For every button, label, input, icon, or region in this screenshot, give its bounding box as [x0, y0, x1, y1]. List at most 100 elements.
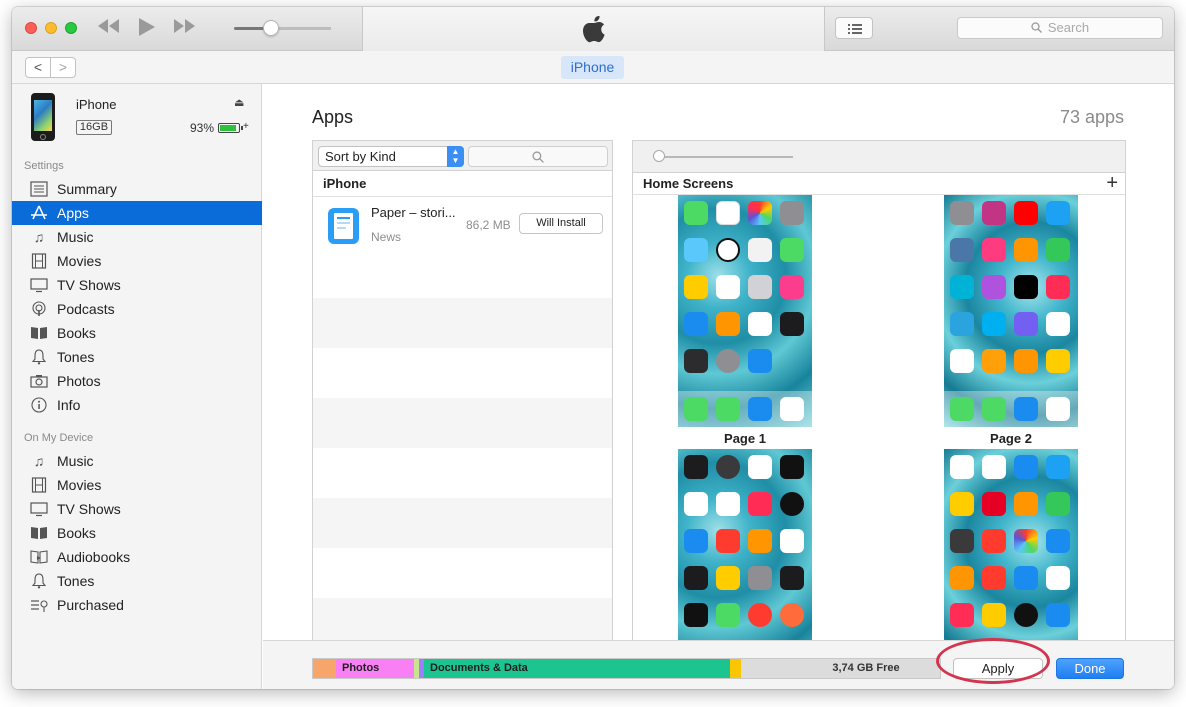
app-icon[interactable]	[748, 603, 772, 627]
app-icon[interactable]	[1046, 492, 1070, 516]
messages-app-icon[interactable]	[716, 397, 740, 421]
app-icon[interactable]	[780, 566, 804, 590]
zoom-slider-knob[interactable]	[653, 150, 665, 162]
send-app-icon[interactable]	[1014, 349, 1038, 373]
sidebar-item-apps[interactable]: Apps	[12, 201, 262, 225]
sidebar-item-music[interactable]: ♫ Music	[12, 225, 262, 249]
twitter-app-icon[interactable]	[1046, 201, 1070, 225]
app-icon[interactable]	[1046, 603, 1070, 627]
sketch-app-icon[interactable]	[1046, 349, 1070, 373]
home-screen-page-3[interactable]	[678, 449, 812, 640]
app-icon[interactable]	[684, 455, 708, 479]
volume-slider-track[interactable]	[234, 27, 331, 30]
sidebar-item-movies[interactable]: Movies	[12, 249, 262, 273]
volume-slider-knob[interactable]	[263, 20, 279, 36]
app-icon[interactable]	[716, 455, 740, 479]
app-icon[interactable]	[780, 529, 804, 553]
reminders-app-icon[interactable]	[716, 275, 740, 299]
sidebar-item-device-movies[interactable]: Movies	[12, 473, 262, 497]
phone-app-icon[interactable]	[684, 397, 708, 421]
app-icon[interactable]	[716, 529, 740, 553]
app-icon[interactable]	[950, 492, 974, 516]
viber-app-icon[interactable]	[1014, 312, 1038, 336]
app-icon[interactable]	[716, 492, 740, 516]
notes-app-icon[interactable]	[684, 275, 708, 299]
app-icon[interactable]	[950, 603, 974, 627]
sidebar-item-device-tv-shows[interactable]: TV Shows	[12, 497, 262, 521]
sidebar-item-info[interactable]: Info	[12, 393, 262, 417]
videos-app-icon[interactable]	[780, 238, 804, 262]
facetime-app-icon[interactable]	[684, 201, 708, 225]
red-app-icon[interactable]	[1046, 275, 1070, 299]
sidebar-item-tones[interactable]: Tones	[12, 345, 262, 369]
vk-app-icon[interactable]	[950, 238, 974, 262]
app-icon[interactable]	[780, 455, 804, 479]
calendar-app-icon[interactable]	[716, 201, 740, 225]
app-icon[interactable]	[716, 603, 740, 627]
sidebar-item-device-audiobooks[interactable]: Audiobooks	[12, 545, 262, 569]
app-icon[interactable]	[748, 455, 772, 479]
sidebar-item-tv-shows[interactable]: TV Shows	[12, 273, 262, 297]
sidebar-item-device-music[interactable]: ♫ Music	[12, 449, 262, 473]
orange-app-icon[interactable]	[982, 349, 1006, 373]
instagram-app-icon[interactable]	[982, 201, 1006, 225]
weather-app-icon[interactable]	[684, 238, 708, 262]
app-icon[interactable]	[748, 492, 772, 516]
app-icon[interactable]	[1046, 455, 1070, 479]
app-store-app-icon[interactable]	[684, 312, 708, 336]
telegram-app-icon[interactable]	[950, 312, 974, 336]
youtube-app-icon[interactable]	[1014, 201, 1038, 225]
rewind-icon[interactable]	[97, 17, 121, 39]
safari-app-icon[interactable]	[1014, 397, 1038, 421]
home-screen-page-1[interactable]	[678, 195, 812, 427]
app-icon[interactable]	[950, 566, 974, 590]
cyan-app-icon[interactable]	[950, 275, 974, 299]
music-app-icon[interactable]	[1046, 397, 1070, 421]
green-app-icon[interactable]	[1046, 238, 1070, 262]
play-app-icon[interactable]	[950, 349, 974, 373]
maps-app-icon[interactable]	[748, 238, 772, 262]
device-tab-iphone[interactable]: iPhone	[561, 56, 624, 79]
app-icon[interactable]	[684, 529, 708, 553]
sidebar-item-device-purchased[interactable]: Purchased	[12, 593, 262, 617]
home-screen-page-4[interactable]	[944, 449, 1078, 640]
dots-app-icon[interactable]	[982, 238, 1006, 262]
health-app-icon[interactable]	[748, 312, 772, 336]
app-icon[interactable]	[684, 566, 708, 590]
app-icon[interactable]	[982, 455, 1006, 479]
purple-app-icon[interactable]	[982, 275, 1006, 299]
camera-app-icon[interactable]	[780, 201, 804, 225]
app-icon[interactable]	[1014, 566, 1038, 590]
app-icon[interactable]	[1014, 603, 1038, 627]
black-app-icon[interactable]	[1014, 275, 1038, 299]
ibooks-app-icon[interactable]	[716, 312, 740, 336]
app-icon[interactable]	[716, 566, 740, 590]
apply-button[interactable]: Apply	[953, 658, 1043, 679]
sidebar-item-device-tones[interactable]: Tones	[12, 569, 262, 593]
home-screen-page-2[interactable]	[944, 195, 1078, 427]
done-button[interactable]: Done	[1056, 658, 1124, 679]
music-app-icon[interactable]	[780, 397, 804, 421]
app-icon[interactable]	[1014, 455, 1038, 479]
mail-app-icon[interactable]	[748, 349, 772, 373]
settings-app-icon[interactable]	[716, 349, 740, 373]
cloud-app-icon[interactable]	[1014, 238, 1038, 262]
will-install-button[interactable]: Will Install	[519, 213, 603, 234]
sidebar-item-books[interactable]: Books	[12, 321, 262, 345]
minimize-window-button[interactable]	[45, 22, 57, 34]
list-item[interactable]: Paper – stori... News 86,2 MB Will Insta…	[313, 198, 612, 248]
skype-app-icon[interactable]	[982, 312, 1006, 336]
eject-icon[interactable]: ⏏	[234, 96, 244, 109]
folder-app-icon[interactable]	[950, 201, 974, 225]
search-field[interactable]: Search	[957, 17, 1163, 39]
fast-forward-icon[interactable]	[172, 17, 196, 39]
white-app-icon[interactable]	[1046, 312, 1070, 336]
sidebar-item-device-books[interactable]: Books	[12, 521, 262, 545]
play-icon[interactable]	[136, 17, 156, 42]
app-icon[interactable]	[1046, 566, 1070, 590]
messages-app-icon[interactable]	[982, 397, 1006, 421]
app-icon[interactable]	[1014, 492, 1038, 516]
photos-app-icon[interactable]	[748, 201, 772, 225]
app-icon[interactable]	[748, 566, 772, 590]
sidebar-item-podcasts[interactable]: Podcasts	[12, 297, 262, 321]
